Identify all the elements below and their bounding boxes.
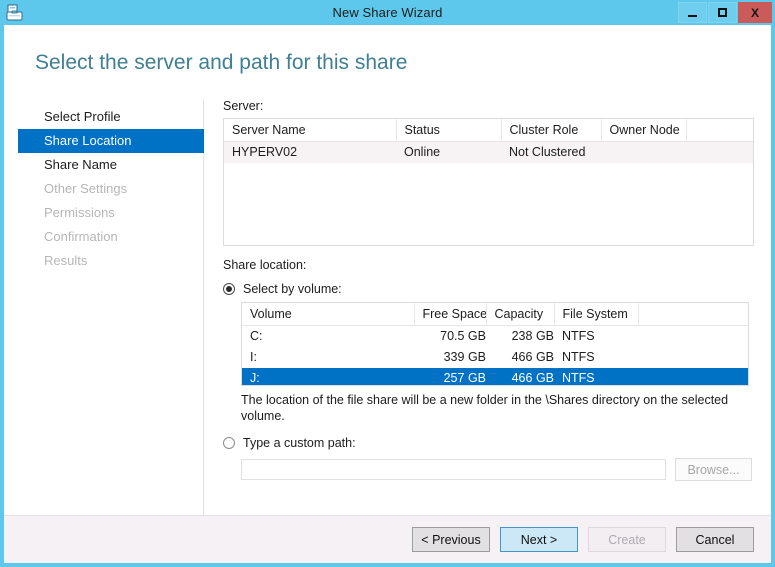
column-header-capacity[interactable]: Capacity (486, 303, 555, 327)
select-by-volume-option[interactable]: Select by volume: (223, 282, 754, 296)
cell-file-system: NTFS (554, 367, 638, 386)
custom-path-option[interactable]: Type a custom path: (223, 436, 754, 450)
cell-capacity: 238 GB (511, 329, 554, 344)
column-header-free-space[interactable]: Free Space (414, 303, 487, 327)
cancel-button[interactable]: Cancel (676, 527, 754, 552)
cell-volume: J: (242, 367, 414, 386)
nav-item-permissions: Permissions (44, 205, 115, 221)
main-area: Server: Server Name Status Cluster Role … (204, 99, 771, 515)
cell-server-name: HYPERV02 (224, 141, 396, 163)
custom-path-label: Type a custom path: (243, 436, 356, 451)
nav-item-confirmation: Confirmation (44, 229, 118, 245)
nav-item-share-name[interactable]: Share Name (18, 153, 204, 177)
column-header-owner-node[interactable]: Owner Node (601, 119, 687, 143)
maximize-button[interactable] (708, 2, 737, 23)
page-title: Select the server and path for this shar… (35, 51, 408, 74)
minimize-icon (688, 14, 697, 17)
share-wizard-icon (5, 3, 25, 23)
cell-cluster-role: Not Clustered (501, 141, 601, 163)
server-table[interactable]: Server Name Status Cluster Role Owner No… (223, 118, 754, 247)
table-header-row: Server Name Status Cluster Role Owner No… (224, 119, 753, 143)
dialog-footer: < Previous Next > Create Cancel (4, 515, 771, 563)
column-header-file-system[interactable]: File System (554, 303, 639, 327)
share-location-label: Share location: (223, 258, 307, 273)
table-row[interactable]: HYPERV02 Online Not Clustered (224, 141, 753, 163)
window-controls: X (678, 0, 775, 25)
table-row[interactable]: C: 70.5 GB 238 GB NTFS (242, 326, 748, 347)
column-header-spacer (686, 119, 753, 143)
cell-volume: C: (250, 329, 263, 344)
select-by-volume-label: Select by volume: (243, 282, 342, 297)
cell-spacer (638, 367, 748, 386)
table-header-row: Volume Free Space Capacity File System (242, 303, 748, 327)
cell-spacer (686, 141, 753, 163)
cell-status: Online (396, 141, 501, 163)
dialog-content: Select Profile Share Location Share Name… (4, 74, 771, 515)
previous-button[interactable]: < Previous (412, 527, 490, 552)
server-label: Server: (223, 99, 264, 114)
column-header-server-name[interactable]: Server Name (224, 119, 397, 143)
close-button[interactable]: X (738, 2, 772, 23)
custom-path-row: Browse... (241, 458, 754, 482)
nav-item-other-settings: Other Settings (44, 181, 128, 197)
create-button: Create (588, 527, 666, 552)
dialog-panel: Select the server and path for this shar… (4, 25, 771, 563)
cell-spacer (638, 326, 748, 347)
custom-path-input[interactable] (241, 459, 666, 481)
cell-file-system: NTFS (562, 329, 595, 344)
cell-volume: I: (250, 350, 257, 365)
nav-item-select-profile[interactable]: Select Profile (18, 105, 204, 129)
cell-free-space: 339 GB (443, 350, 486, 365)
column-header-volume[interactable]: Volume (242, 303, 415, 327)
table-row[interactable]: I: 339 GB 466 GB NTFS (242, 347, 748, 368)
nav-item-results: Results (44, 253, 88, 269)
title-bar: New Share Wizard X (0, 0, 775, 25)
window-title: New Share Wizard (332, 5, 443, 20)
minimize-button[interactable] (678, 2, 707, 23)
maximize-icon (718, 8, 727, 17)
cell-capacity: 466 GB (486, 367, 554, 386)
next-button[interactable]: Next > (500, 527, 578, 552)
cell-file-system: NTFS (562, 350, 595, 365)
radio-select-by-volume-icon[interactable] (223, 283, 235, 296)
table-row[interactable]: J: 257 GB 466 GB NTFS (242, 367, 748, 386)
column-header-cluster-role[interactable]: Cluster Role (501, 119, 602, 143)
volume-table[interactable]: Volume Free Space Capacity File System C… (241, 302, 749, 387)
cell-free-space: 257 GB (414, 367, 486, 386)
wizard-steps-nav: Select Profile Share Location Share Name… (4, 99, 204, 515)
column-header-status[interactable]: Status (396, 119, 502, 143)
nav-item-share-location[interactable]: Share Location (18, 129, 204, 154)
browse-button[interactable]: Browse... (675, 458, 752, 482)
cell-spacer (638, 347, 748, 368)
cell-free-space: 70.5 GB (440, 329, 486, 344)
share-location-hint: The location of the file share will be a… (241, 393, 729, 424)
cell-owner-node (601, 141, 686, 163)
radio-custom-path-icon[interactable] (223, 437, 235, 450)
column-header-spacer (638, 303, 748, 327)
new-share-wizard-window: New Share Wizard X Select the server and… (0, 0, 775, 567)
cell-capacity: 466 GB (511, 350, 554, 365)
